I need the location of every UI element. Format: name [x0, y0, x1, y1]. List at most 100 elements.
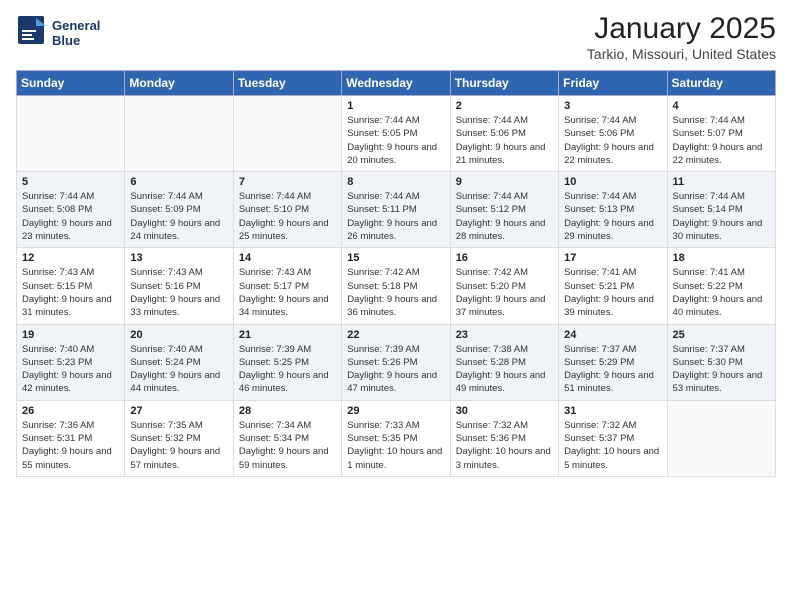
- day-number: 24: [564, 329, 661, 341]
- day-info: Sunrise: 7:42 AM Sunset: 5:18 PM Dayligh…: [347, 266, 444, 319]
- day-number: 29: [347, 405, 444, 417]
- day-cell: 7Sunrise: 7:44 AM Sunset: 5:10 PM Daylig…: [233, 172, 341, 248]
- day-number: 17: [564, 252, 661, 264]
- day-cell: 20 Sunrise: 7:40 AM Sunset: 5:24 PM Dayli…: [125, 324, 233, 400]
- day-info: Sunrise: 7:33 AM Sunset: 5:35 PM Dayligh…: [347, 419, 444, 472]
- day-number: 1: [347, 100, 444, 112]
- day-number: 11: [673, 176, 770, 188]
- logo-line2: Blue: [52, 34, 100, 48]
- day-number: 27: [130, 405, 227, 417]
- day-cell: 29 Sunrise: 7:33 AM Sunset: 5:35 PM Dayli…: [342, 400, 450, 476]
- day-info: Sunrise: 7:44 AM Sunset: 5:11 PM Dayligh…: [347, 190, 444, 243]
- day-cell: 16 Sunrise: 7:42 AM Sunset: 5:20 PM Dayli…: [450, 248, 558, 324]
- day-info: Sunrise: 7:44 AM Sunset: 5:08 PM Dayligh…: [22, 190, 119, 243]
- weekday-header-saturday: Saturday: [667, 71, 775, 96]
- title-block: January 2025 Tarkio, Missouri, United St…: [587, 12, 776, 62]
- day-number: 28: [239, 405, 336, 417]
- logo-icon: [16, 14, 48, 55]
- day-info: Sunrise: 7:43 AM Sunset: 5:15 PM Dayligh…: [22, 266, 119, 319]
- day-info: Sunrise: 7:32 AM Sunset: 5:37 PM Dayligh…: [564, 419, 661, 472]
- day-cell: 23Sunrise: 7:38 AM Sunset: 5:28 PM Dayli…: [450, 324, 558, 400]
- day-info: Sunrise: 7:43 AM Sunset: 5:17 PM Dayligh…: [239, 266, 336, 319]
- page: General Blue January 2025 Tarkio, Missou…: [0, 0, 792, 612]
- day-number: 25: [673, 329, 770, 341]
- weekday-header-sunday: Sunday: [17, 71, 125, 96]
- day-info: Sunrise: 7:44 AM Sunset: 5:13 PM Dayligh…: [564, 190, 661, 243]
- day-cell: [233, 96, 341, 172]
- day-info: Sunrise: 7:44 AM Sunset: 5:10 PM Dayligh…: [239, 190, 336, 243]
- main-title: January 2025: [587, 12, 776, 46]
- weekday-header-thursday: Thursday: [450, 71, 558, 96]
- day-info: Sunrise: 7:44 AM Sunset: 5:06 PM Dayligh…: [456, 114, 553, 167]
- day-number: 16: [456, 252, 553, 264]
- day-info: Sunrise: 7:44 AM Sunset: 5:12 PM Dayligh…: [456, 190, 553, 243]
- day-number: 6: [130, 176, 227, 188]
- day-info: Sunrise: 7:40 AM Sunset: 5:23 PM Dayligh…: [22, 343, 119, 396]
- day-cell: 31 Sunrise: 7:32 AM Sunset: 5:37 PM Dayli…: [559, 400, 667, 476]
- day-info: Sunrise: 7:37 AM Sunset: 5:30 PM Dayligh…: [673, 343, 770, 396]
- day-cell: 9 Sunrise: 7:44 AM Sunset: 5:12 PM Daylig…: [450, 172, 558, 248]
- day-cell: 5 Sunrise: 7:44 AM Sunset: 5:08 PM Daylig…: [17, 172, 125, 248]
- day-cell: 28 Sunrise: 7:34 AM Sunset: 5:34 PM Dayli…: [233, 400, 341, 476]
- day-info: Sunrise: 7:41 AM Sunset: 5:21 PM Dayligh…: [564, 266, 661, 319]
- subtitle: Tarkio, Missouri, United States: [587, 46, 776, 62]
- day-cell: 26 Sunrise: 7:36 AM Sunset: 5:31 PM Dayli…: [17, 400, 125, 476]
- day-cell: 24 Sunrise: 7:37 AM Sunset: 5:29 PM Dayli…: [559, 324, 667, 400]
- day-info: Sunrise: 7:37 AM Sunset: 5:29 PM Dayligh…: [564, 343, 661, 396]
- day-info: Sunrise: 7:34 AM Sunset: 5:34 PM Dayligh…: [239, 419, 336, 472]
- weekday-header-wednesday: Wednesday: [342, 71, 450, 96]
- day-cell: 11 Sunrise: 7:44 AM Sunset: 5:14 PM Dayli…: [667, 172, 775, 248]
- day-cell: [125, 96, 233, 172]
- day-number: 31: [564, 405, 661, 417]
- day-number: 23: [456, 329, 553, 341]
- day-number: 26: [22, 405, 119, 417]
- day-info: Sunrise: 7:40 AM Sunset: 5:24 PM Dayligh…: [130, 343, 227, 396]
- day-cell: 13 Sunrise: 7:43 AM Sunset: 5:16 PM Dayli…: [125, 248, 233, 324]
- day-number: 20: [130, 329, 227, 341]
- day-info: Sunrise: 7:35 AM Sunset: 5:32 PM Dayligh…: [130, 419, 227, 472]
- day-cell: 19Sunrise: 7:40 AM Sunset: 5:23 PM Dayli…: [17, 324, 125, 400]
- day-info: Sunrise: 7:44 AM Sunset: 5:14 PM Dayligh…: [673, 190, 770, 243]
- day-info: Sunrise: 7:42 AM Sunset: 5:20 PM Dayligh…: [456, 266, 553, 319]
- day-number: 18: [673, 252, 770, 264]
- header: General Blue January 2025 Tarkio, Missou…: [16, 12, 776, 62]
- day-info: Sunrise: 7:43 AM Sunset: 5:16 PM Dayligh…: [130, 266, 227, 319]
- day-cell: 22Sunrise: 7:39 AM Sunset: 5:26 PM Dayli…: [342, 324, 450, 400]
- day-info: Sunrise: 7:44 AM Sunset: 5:05 PM Dayligh…: [347, 114, 444, 167]
- day-cell: 4 Sunrise: 7:44 AM Sunset: 5:07 PM Daylig…: [667, 96, 775, 172]
- day-info: Sunrise: 7:39 AM Sunset: 5:26 PM Dayligh…: [347, 343, 444, 396]
- day-number: 4: [673, 100, 770, 112]
- day-cell: 12 Sunrise: 7:43 AM Sunset: 5:15 PM Dayli…: [17, 248, 125, 324]
- calendar: SundayMondayTuesdayWednesdayThursdayFrid…: [16, 70, 776, 477]
- weekday-header-monday: Monday: [125, 71, 233, 96]
- weekday-header-row: SundayMondayTuesdayWednesdayThursdayFrid…: [17, 71, 776, 96]
- day-cell: 21Sunrise: 7:39 AM Sunset: 5:25 PM Dayli…: [233, 324, 341, 400]
- day-number: 10: [564, 176, 661, 188]
- day-info: Sunrise: 7:39 AM Sunset: 5:25 PM Dayligh…: [239, 343, 336, 396]
- day-number: 9: [456, 176, 553, 188]
- week-row-4: 19Sunrise: 7:40 AM Sunset: 5:23 PM Dayli…: [17, 324, 776, 400]
- day-cell: 1 Sunrise: 7:44 AM Sunset: 5:05 PM Daylig…: [342, 96, 450, 172]
- day-number: 3: [564, 100, 661, 112]
- day-cell: 27 Sunrise: 7:35 AM Sunset: 5:32 PM Dayli…: [125, 400, 233, 476]
- day-number: 12: [22, 252, 119, 264]
- day-cell: 15Sunrise: 7:42 AM Sunset: 5:18 PM Dayli…: [342, 248, 450, 324]
- day-cell: 3Sunrise: 7:44 AM Sunset: 5:06 PM Daylig…: [559, 96, 667, 172]
- day-number: 5: [22, 176, 119, 188]
- logo-text: General Blue: [52, 19, 100, 48]
- day-info: Sunrise: 7:36 AM Sunset: 5:31 PM Dayligh…: [22, 419, 119, 472]
- day-number: 13: [130, 252, 227, 264]
- day-info: Sunrise: 7:41 AM Sunset: 5:22 PM Dayligh…: [673, 266, 770, 319]
- day-cell: [667, 400, 775, 476]
- day-cell: 18 Sunrise: 7:41 AM Sunset: 5:22 PM Dayli…: [667, 248, 775, 324]
- day-cell: 14 Sunrise: 7:43 AM Sunset: 5:17 PM Dayli…: [233, 248, 341, 324]
- day-cell: 30Sunrise: 7:32 AM Sunset: 5:36 PM Dayli…: [450, 400, 558, 476]
- day-cell: 2 Sunrise: 7:44 AM Sunset: 5:06 PM Daylig…: [450, 96, 558, 172]
- day-number: 30: [456, 405, 553, 417]
- day-number: 14: [239, 252, 336, 264]
- weekday-header-friday: Friday: [559, 71, 667, 96]
- logo: General Blue: [16, 12, 100, 55]
- day-number: 2: [456, 100, 553, 112]
- day-info: Sunrise: 7:44 AM Sunset: 5:07 PM Dayligh…: [673, 114, 770, 167]
- week-row-2: 5 Sunrise: 7:44 AM Sunset: 5:08 PM Daylig…: [17, 172, 776, 248]
